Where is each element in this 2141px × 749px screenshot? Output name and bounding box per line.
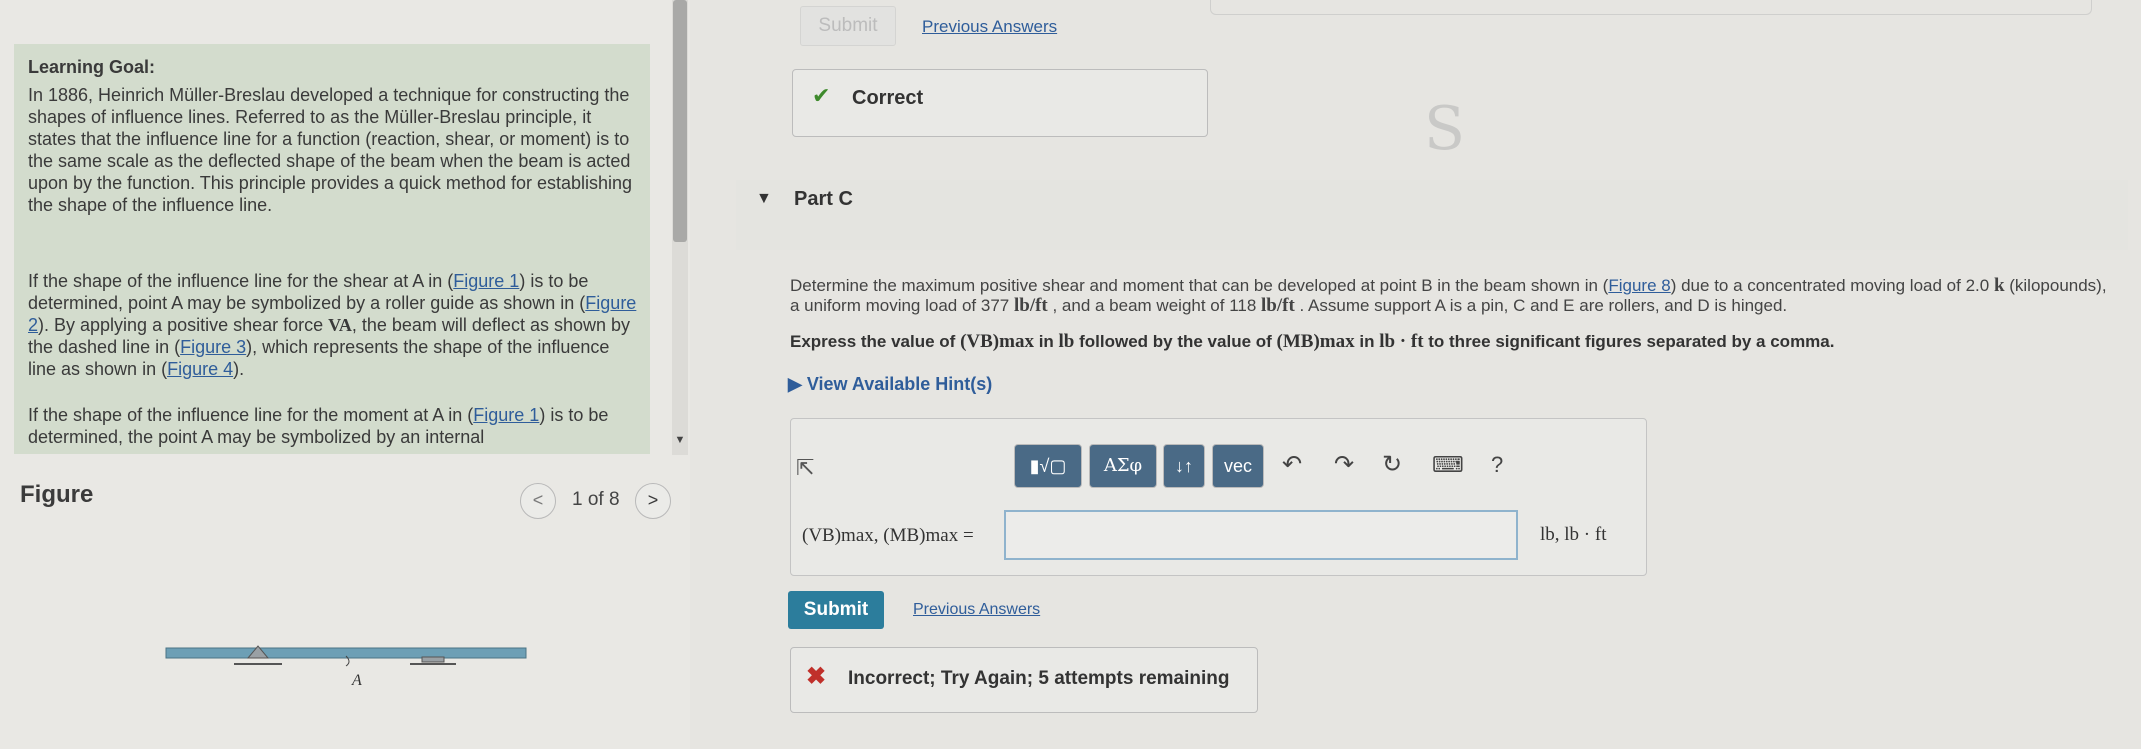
text: If the shape of the influence line for t… [28, 271, 454, 291]
figure-8-link[interactable]: Figure 8 [1608, 276, 1670, 295]
text: in [1354, 332, 1380, 351]
vector-button[interactable]: vec [1212, 444, 1264, 488]
correct-feedback-text: Correct [852, 87, 924, 109]
text: ). By applying a positive shear force [38, 315, 329, 335]
learning-goal-paragraph-3: If the shape of the influence line for t… [28, 404, 638, 448]
instruction-text: Express the value of (VB)max in lb follo… [790, 331, 2120, 353]
subscript-superscript-button[interactable]: ↓↑ [1163, 444, 1205, 488]
text: If the shape of the influence line for t… [28, 405, 474, 425]
figure-1-link[interactable]: Figure 1 [453, 271, 519, 291]
figure-4-link[interactable]: Figure 4 [167, 359, 233, 379]
point-a-label: A [351, 672, 362, 689]
help-icon[interactable]: ? [1491, 452, 1503, 478]
figure-3-link[interactable]: Figure 3 [180, 337, 246, 357]
part-c-title[interactable]: Part C [794, 188, 853, 211]
learning-goal-title: Learning Goal: [28, 57, 156, 77]
previous-answers-link[interactable]: Previous Answers [922, 17, 1057, 37]
top-frame-edge [1210, 0, 2092, 15]
unit-lb-per-ft: lb/ft [1013, 295, 1048, 316]
scrollbar-thumb[interactable] [673, 0, 687, 242]
undo-icon[interactable]: ↶ [1282, 450, 1302, 479]
answer-input[interactable] [1004, 510, 1518, 560]
figure-heading: Figure [20, 481, 94, 508]
beam-figure: A [165, 645, 527, 689]
roller-support [421, 656, 445, 663]
figure-counter: 1 of 8 [572, 489, 620, 510]
text: ). [233, 359, 245, 379]
shear-force-symbol: VA [328, 315, 352, 335]
text: to three significant figures separated b… [1423, 332, 1835, 351]
previous-figure-button[interactable]: < [520, 483, 556, 519]
submit-button-disabled[interactable]: Submit [800, 6, 896, 46]
text: ) due to a concentrated moving load of 2… [1670, 276, 1994, 295]
learning-goal-box: Learning Goal: In 1886, Heinrich Müller-… [14, 44, 650, 454]
s-watermark: S [1424, 94, 1466, 164]
unit-lb-per-ft: lb/ft [1261, 295, 1295, 316]
text: Express the value of [790, 332, 961, 351]
figure-1-link[interactable]: Figure 1 [473, 405, 539, 425]
view-hints-toggle[interactable]: ▶ View Available Hint(s) [788, 374, 992, 395]
text: , and a beam weight of 118 [1047, 296, 1262, 315]
text: followed by the value of [1074, 332, 1277, 351]
redo-icon[interactable]: ↷ [1334, 450, 1354, 479]
greek-symbols-button[interactable]: ΑΣφ [1089, 444, 1157, 488]
learning-goal-paragraph-1: In 1886, Heinrich Müller-Breslau develop… [28, 85, 633, 215]
problem-statement: Determine the maximum positive shear and… [790, 276, 2120, 316]
text: Determine the maximum positive shear and… [790, 276, 1609, 295]
incorrect-feedback-text: Incorrect; Try Again; 5 attempts remaini… [848, 668, 1230, 689]
collapse-arrow-icon[interactable]: ▼ [756, 190, 772, 208]
vb-max-symbol: (VB)max [960, 331, 1034, 352]
reset-icon[interactable]: ↻ [1382, 450, 1402, 479]
previous-answers-link[interactable]: Previous Answers [913, 601, 1040, 619]
keyboard-icon[interactable]: ⌨ [1432, 452, 1464, 478]
error-x-icon: ✖ [806, 663, 827, 690]
unit-lb-ft: lb · ft [1379, 331, 1424, 352]
answer-units: lb, lb · ft [1540, 524, 1607, 545]
checkmark-icon: ✔ [812, 83, 831, 108]
unit-lb: lb [1058, 331, 1075, 352]
templates-button[interactable]: ▮√▢ [1014, 444, 1082, 488]
unit-kip: k [1993, 275, 2005, 296]
text: . Assume support A is a pin, C and E are… [1294, 296, 1788, 315]
view-hints-label: View Available Hint(s) [806, 374, 993, 394]
scroll-down-arrow-icon[interactable]: ▼ [672, 434, 688, 448]
next-figure-button[interactable]: > [635, 483, 671, 519]
text: in [1033, 332, 1059, 351]
part-c-header[interactable] [736, 180, 2128, 250]
mb-max-symbol: (MB)max [1276, 331, 1355, 352]
answer-input-label: (VB)max, (MB)max = [802, 525, 974, 546]
mouse-cursor-icon: ⇱ [796, 455, 815, 480]
submit-button[interactable]: Submit [788, 591, 884, 629]
expand-arrow-icon: ▶ [788, 374, 802, 394]
learning-goal-paragraph-2: If the shape of the influence line for t… [28, 270, 638, 380]
